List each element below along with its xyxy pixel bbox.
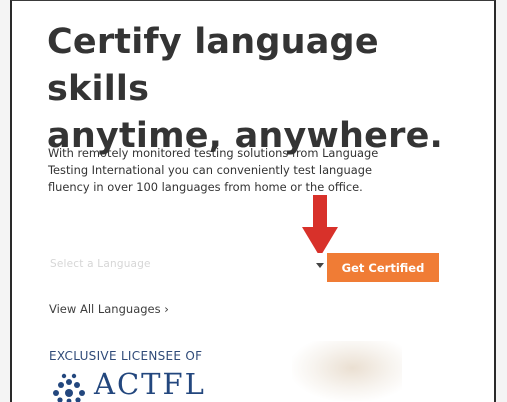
headline-line-1: Certify language skills [47,22,379,109]
page-title: Certify language skills anytime, anywher… [47,19,487,160]
view-all-languages-link[interactable]: View All Languages › [49,302,169,316]
hero-description: With remotely monitored testing solution… [48,146,379,194]
language-select-placeholder: Select a Language [50,258,151,270]
chevron-down-icon[interactable] [316,263,324,268]
get-certified-button[interactable]: Get Certified [327,253,439,282]
language-select[interactable]: Select a Language [48,253,324,279]
actfl-mark-icon [53,373,85,402]
page-frame: Certify language skills anytime, anywher… [10,0,496,402]
actfl-logo: ACTFL [50,369,206,402]
licensee-label: EXCLUSIVE LICENSEE OF [49,349,203,363]
actfl-logo-text: ACTFL [94,367,206,401]
red-arrow-icon [302,195,338,257]
blurred-image [292,341,402,401]
